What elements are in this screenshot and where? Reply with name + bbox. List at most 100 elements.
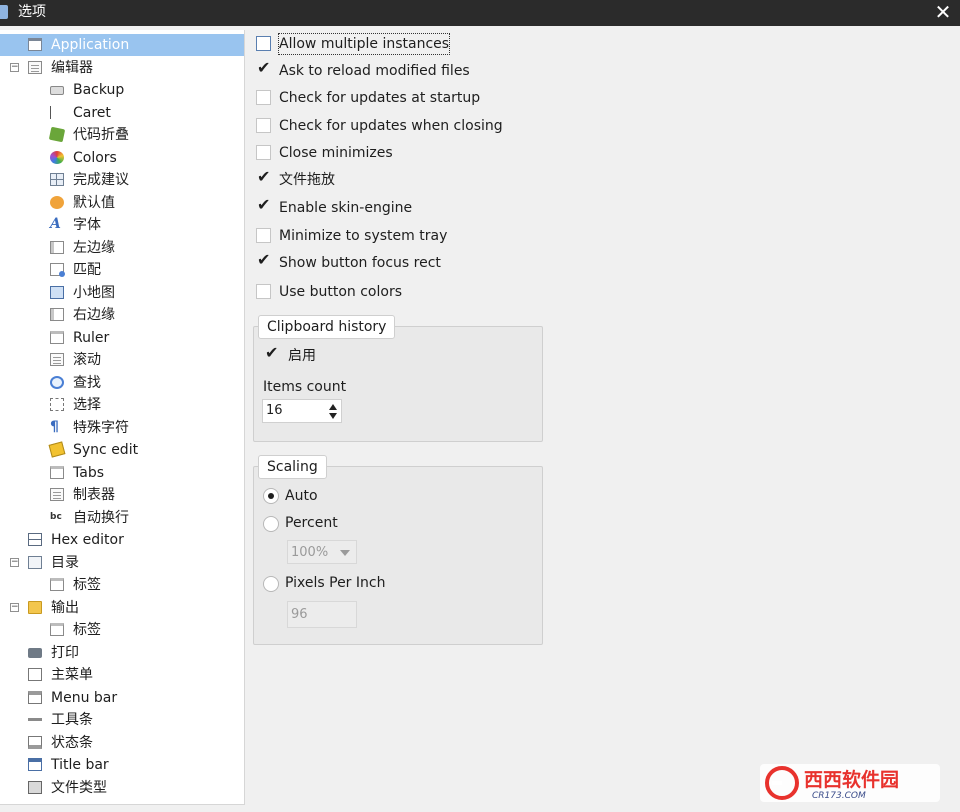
- tree-item-label: 滚动: [73, 352, 101, 368]
- spin-down-icon[interactable]: [329, 413, 337, 419]
- clipboard-enable-checkbox[interactable]: ✔: [264, 344, 279, 363]
- tree-item-label: 状态条: [51, 734, 93, 751]
- checkmark-icon: ✔: [257, 250, 271, 269]
- option-label: Ask to reload modified files: [279, 63, 470, 79]
- tree-item[interactable]: 默认值: [0, 192, 244, 214]
- tree-item-label: Title bar: [51, 757, 109, 773]
- tree-item[interactable]: 打印: [0, 642, 244, 664]
- tree-item[interactable]: Menu bar: [0, 687, 244, 709]
- tree-item-label: 字体: [73, 217, 101, 233]
- tree-item[interactable]: Sync edit: [0, 439, 244, 461]
- tree-item[interactable]: 状态条: [0, 732, 244, 754]
- items-count-spinner[interactable]: 16: [262, 399, 342, 423]
- collapse-icon[interactable]: −: [10, 557, 19, 567]
- option-checkbox[interactable]: [256, 118, 271, 133]
- tab-icon: [50, 578, 64, 591]
- tree-item[interactable]: − 目录: [0, 552, 244, 574]
- app-icon: [0, 5, 8, 19]
- option-checkbox[interactable]: ✔: [256, 196, 271, 215]
- tree-item-label: Ruler: [73, 329, 110, 346]
- collapse-icon[interactable]: −: [10, 62, 19, 72]
- tree-item[interactable]: Caret: [0, 102, 244, 124]
- checkmark-icon: ✔: [265, 343, 279, 362]
- minimap-icon: [50, 285, 64, 299]
- window-title: 选项: [18, 4, 46, 20]
- scaling-percent-radio[interactable]: [263, 516, 279, 532]
- option-label: Show button focus rect: [279, 255, 441, 271]
- tree-item[interactable]: 小地图: [0, 282, 244, 304]
- ppi-input[interactable]: 96: [287, 601, 357, 628]
- hex-editor-icon: [28, 533, 42, 546]
- file-type-icon: [28, 780, 42, 794]
- spin-up-icon[interactable]: [329, 404, 337, 410]
- option-checkbox[interactable]: [256, 284, 271, 299]
- status-bar-icon: [28, 735, 42, 749]
- tree-item[interactable]: 滚动: [0, 349, 244, 371]
- scaling-ppi-radio[interactable]: [263, 576, 279, 592]
- tree-item-label: Backup: [73, 82, 125, 98]
- option-checkbox[interactable]: [256, 145, 271, 160]
- ppi-value: 96: [291, 607, 308, 622]
- tree-item[interactable]: 查找: [0, 372, 244, 394]
- tree-item-label: Application: [51, 37, 130, 53]
- pilcrow-icon: ¶: [50, 418, 59, 435]
- option-checkbox[interactable]: [256, 36, 271, 51]
- tree-item[interactable]: 工具条: [0, 709, 244, 731]
- tree-item[interactable]: 完成建议: [0, 169, 244, 191]
- option-checkbox[interactable]: ✔: [256, 168, 271, 187]
- window-icon: [28, 38, 42, 51]
- tree-item[interactable]: bc 自动换行: [0, 507, 244, 529]
- option-label: Minimize to system tray: [279, 228, 448, 244]
- tree-item[interactable]: 匹配: [0, 259, 244, 281]
- tree-item[interactable]: Application: [0, 34, 244, 56]
- tree-item[interactable]: 制表器: [0, 484, 244, 506]
- tree-item[interactable]: 主菜单: [0, 664, 244, 686]
- tree-item[interactable]: A 字体: [0, 214, 244, 236]
- tree-item[interactable]: Ruler: [0, 327, 244, 349]
- tree-item[interactable]: Backup: [0, 79, 244, 101]
- tree-item[interactable]: 选择: [0, 394, 244, 416]
- watermark-logo: 西西软件园 CR173.COM: [760, 762, 940, 804]
- tree-item[interactable]: Colors: [0, 147, 244, 169]
- tree-item[interactable]: − 编辑器: [0, 57, 244, 79]
- tree-item[interactable]: Title bar: [0, 754, 244, 776]
- main-menu-icon: [28, 668, 42, 681]
- document-icon: [28, 60, 42, 74]
- tree-item[interactable]: 文件类型: [0, 777, 244, 799]
- tree-item[interactable]: Tabs: [0, 462, 244, 484]
- tree-item-label: 小地图: [73, 284, 115, 301]
- option-checkbox[interactable]: ✔: [256, 59, 271, 78]
- close-icon[interactable]: ✕: [932, 0, 954, 26]
- option-checkbox[interactable]: [256, 228, 271, 243]
- items-count-label: Items count: [263, 377, 346, 397]
- tree-item[interactable]: 标签: [0, 619, 244, 641]
- option-label: Close minimizes: [279, 145, 393, 161]
- items-count-value[interactable]: 16: [266, 402, 283, 420]
- option-label: Use button colors: [279, 284, 402, 300]
- checkmark-icon: ✔: [257, 167, 271, 186]
- tree-item[interactable]: − 输出: [0, 597, 244, 619]
- tree-item[interactable]: 代码折叠: [0, 124, 244, 146]
- tree-item[interactable]: 标签: [0, 574, 244, 596]
- collapse-icon[interactable]: −: [10, 602, 19, 612]
- tree-item[interactable]: ¶ 特殊字符: [0, 417, 244, 439]
- options-tree[interactable]: Application − 编辑器 Backup Caret 代码折叠 Colors 完成建议…: [0, 30, 245, 805]
- scaling-auto-radio[interactable]: [263, 488, 279, 504]
- tree-item[interactable]: 左边缘: [0, 237, 244, 259]
- percent-dropdown[interactable]: 100%: [287, 540, 357, 564]
- tree-item-label: 完成建议: [73, 172, 129, 188]
- option-checkbox[interactable]: [256, 90, 271, 105]
- tree-item-label: 打印: [51, 644, 79, 661]
- checkmark-icon: ✔: [257, 58, 271, 77]
- tree-item-label: 文件类型: [51, 779, 107, 796]
- chevron-down-icon[interactable]: [340, 550, 350, 556]
- clipboard-enable-label: 启用: [288, 348, 316, 364]
- tree-item[interactable]: Hex editor: [0, 529, 244, 551]
- checkmark-icon: ✔: [257, 195, 271, 214]
- menu-bar-icon: [28, 690, 42, 704]
- tree-item-label: 选择: [73, 397, 101, 413]
- tree-item[interactable]: 右边缘: [0, 304, 244, 326]
- option-checkbox[interactable]: ✔: [256, 251, 271, 270]
- scaling-ppi-label: Pixels Per Inch: [285, 575, 386, 591]
- tree-item-label: Hex editor: [51, 532, 124, 548]
